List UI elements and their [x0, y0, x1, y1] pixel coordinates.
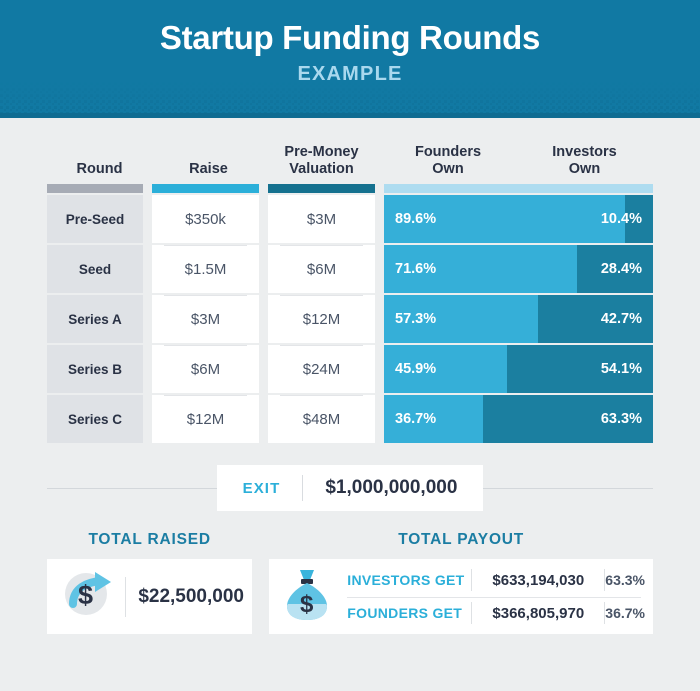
investors-bar-segment: 54.1% [507, 345, 653, 393]
accent-bar-raise [152, 184, 259, 193]
column-header-investors-own: Investors Own [552, 143, 617, 177]
cell-raise: $1.5M [152, 245, 259, 293]
payout-amount: $633,194,030 [492, 571, 585, 589]
cell-pre-money: $12M [268, 295, 375, 343]
page-subtitle: EXAMPLE [297, 63, 403, 86]
cell-round: Pre-Seed [47, 195, 143, 243]
accent-bar-round [47, 184, 143, 193]
cell-raise: $12M [152, 395, 259, 443]
ownership-stacked-bar: 57.3% 42.7% [384, 295, 653, 343]
cell-pre-money: $48M [268, 395, 375, 443]
payout-row: FOUNDERS GET $366,805,970 36.7% [339, 596, 645, 630]
column-header-founders-own: Founders Own [414, 143, 482, 177]
payout-percent: 63.3% [605, 572, 645, 588]
exit-box: EXIT $1,000,000,000 [216, 465, 484, 511]
founders-bar-segment: 89.6% [384, 195, 626, 243]
money-bag-icon: $ [269, 566, 339, 627]
summary-section: TOTAL RAISED $ $22,500,000 TOTAL PAYOUT [47, 531, 653, 634]
table-column-headers: Round Raise Pre-Money Valuation Founders… [47, 134, 653, 184]
founders-bar-segment: 57.3% [384, 295, 539, 343]
ownership-stacked-bar: 45.9% 54.1% [384, 345, 653, 393]
column-header-raise: Raise [189, 160, 228, 177]
exit-value: $1,000,000,000 [325, 477, 458, 498]
exit-rule-right [483, 487, 654, 489]
funding-table: Round Raise Pre-Money Valuation Founders… [47, 118, 653, 443]
payout-amount: $366,805,970 [492, 604, 585, 622]
ownership-stacked-bar: 71.6% 28.4% [384, 245, 653, 293]
payout-percent: 36.7% [605, 605, 645, 621]
total-raised-divider [125, 576, 126, 617]
cell-round: Seed [47, 245, 143, 293]
exit-rule-left [47, 487, 217, 489]
exit-section: EXIT $1,000,000,000 [47, 465, 654, 511]
svg-text:$: $ [78, 580, 93, 610]
total-raised-title: TOTAL RAISED [88, 531, 211, 548]
investors-bar-segment: 10.4% [601, 195, 653, 243]
page-header: Startup Funding Rounds EXAMPLE [0, 0, 700, 118]
svg-text:$: $ [300, 591, 314, 618]
table-row: Series B $6M $24M 45.9% 54.1% [47, 345, 653, 393]
column-header-pre-money-valuation: Pre-Money Valuation [284, 143, 359, 177]
cell-raise: $3M [152, 295, 259, 343]
founders-bar-segment: 71.6% [384, 245, 577, 293]
cell-pre-money: $24M [268, 345, 375, 393]
dollar-arrow-up-icon: $ [47, 568, 121, 625]
total-raised-panel: TOTAL RAISED $ $22,500,000 [47, 531, 253, 634]
total-payout-body: $ INVESTORS GET $633,194,030 63.3% FOUNDERS… [269, 559, 653, 634]
founders-bar-segment: 36.7% [384, 395, 483, 443]
founders-bar-segment: 45.9% [384, 345, 508, 393]
table-row: Series C $12M $48M 36.7% 63.3% [47, 395, 653, 443]
column-accent-bars [47, 184, 653, 193]
investors-bar-segment: 28.4% [576, 245, 653, 293]
cell-raise: $350k [152, 195, 259, 243]
total-payout-title: TOTAL PAYOUT [398, 531, 525, 548]
exit-label: EXIT [242, 479, 281, 497]
accent-bar-pre-money [268, 184, 375, 193]
cell-pre-money: $6M [268, 245, 375, 293]
total-payout-panel: TOTAL PAYOUT $ INVESTORS GET $633,194,030… [269, 531, 653, 634]
payout-row: INVESTORS GET $633,194,030 63.3% [339, 564, 645, 597]
ownership-stacked-bar: 36.7% 63.3% [384, 395, 653, 443]
investors-bar-segment: 42.7% [538, 295, 653, 343]
table-row: Seed $1.5M $6M 71.6% 28.4% [47, 245, 653, 293]
payout-label: INVESTORS GET [347, 572, 465, 588]
cell-round: Series B [47, 345, 143, 393]
total-raised-value: $22,500,000 [138, 585, 244, 607]
accent-bar-ownership [384, 184, 653, 193]
table-body: Pre-Seed$350k$3M89.6%10.4%Seed$1.5M$6M71… [47, 195, 653, 443]
ownership-stacked-bar: 89.6%10.4% [384, 195, 653, 243]
investors-bar-segment: 63.3% [482, 395, 653, 443]
cell-round: Series A [47, 295, 143, 343]
payout-table: INVESTORS GET $633,194,030 63.3% FOUNDERS G… [339, 564, 653, 630]
cell-pre-money: $3M [268, 195, 375, 243]
cell-raise: $6M [152, 345, 259, 393]
header-texture [0, 82, 700, 118]
table-row: Series A $3M $12M 57.3% 42.7% [47, 295, 653, 343]
total-raised-body: $ $22,500,000 [47, 559, 253, 634]
payout-label: FOUNDERS GET [347, 605, 463, 621]
cell-round: Series C [47, 395, 143, 443]
page-title: Startup Funding Rounds [159, 19, 541, 56]
table-row: Pre-Seed$350k$3M89.6%10.4% [47, 195, 653, 243]
column-header-round: Round [76, 160, 123, 177]
